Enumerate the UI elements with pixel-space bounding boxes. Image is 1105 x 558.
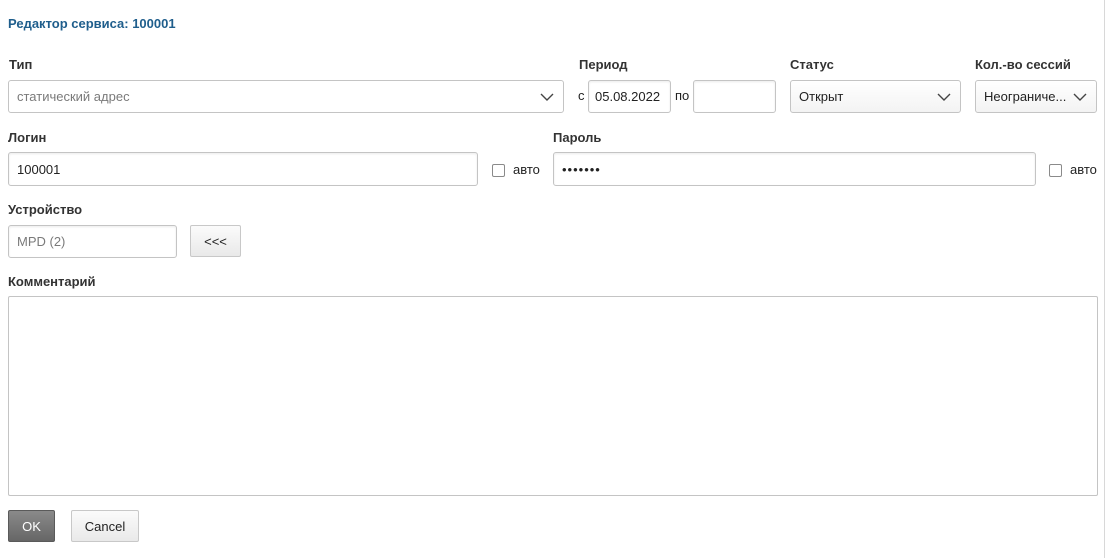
status-label: Статус [790, 57, 834, 72]
status-select[interactable]: Открыт [790, 80, 961, 113]
sessions-label: Кол.-во сессий [975, 57, 1071, 72]
comment-label: Комментарий [8, 274, 96, 289]
ok-button[interactable]: OK [8, 510, 55, 542]
login-auto-checkbox[interactable] [492, 164, 505, 177]
device-pick-button[interactable]: <<< [190, 225, 241, 257]
type-label: Тип [9, 57, 33, 72]
password-auto-checkbox[interactable] [1049, 164, 1062, 177]
device-input[interactable]: MPD (2) [8, 225, 177, 258]
period-from-prefix: с [578, 88, 585, 103]
login-label: Логин [8, 130, 47, 145]
login-auto-label: авто [513, 162, 540, 177]
period-to-prefix: по [675, 88, 690, 103]
device-label: Устройство [8, 202, 83, 217]
type-select-value: статический адрес [17, 89, 130, 104]
cancel-button[interactable]: Cancel [71, 510, 139, 542]
password-auto-label: авто [1070, 162, 1097, 177]
login-input[interactable]: 100001 [8, 152, 478, 186]
sessions-select[interactable]: Неограниче... [975, 80, 1097, 113]
chevron-down-icon [540, 93, 554, 101]
comment-textarea[interactable] [8, 296, 1098, 496]
password-label: Пароль [553, 130, 602, 145]
status-select-value: Открыт [799, 89, 844, 104]
chevron-down-icon [937, 93, 951, 101]
chevron-down-icon [1073, 93, 1087, 101]
period-to-input[interactable] [693, 80, 776, 113]
password-input[interactable]: ••••••• [553, 152, 1036, 186]
sessions-select-value: Неограниче... [984, 89, 1067, 104]
type-select[interactable]: статический адрес [8, 80, 564, 113]
dialog-title: Редактор сервиса: 100001 [8, 16, 176, 31]
service-editor-dialog: Редактор сервиса: 100001 Тип Период Стат… [0, 0, 1105, 558]
period-from-input[interactable]: 05.08.2022 [588, 80, 671, 113]
period-label: Период [579, 57, 628, 72]
